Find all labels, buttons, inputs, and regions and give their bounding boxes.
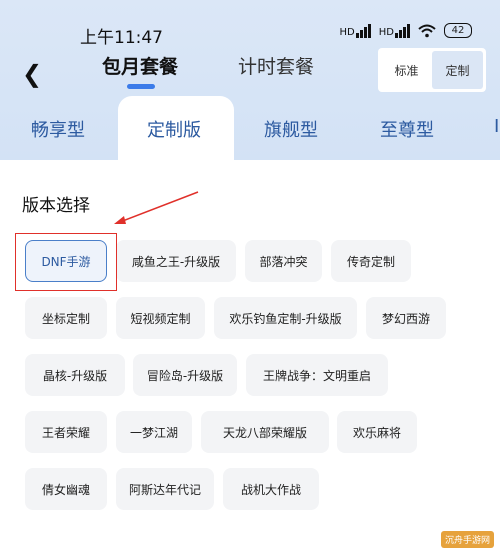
- watermark-logo: 沉舟手游网: [440, 531, 494, 548]
- arrow-icon: [114, 191, 199, 224]
